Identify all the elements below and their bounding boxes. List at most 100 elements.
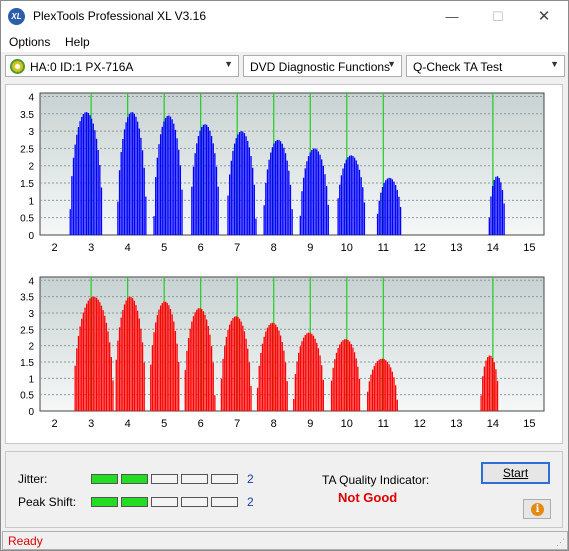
- drive-select[interactable]: HA:0 ID:1 PX-716A ▼: [5, 55, 239, 77]
- data-bar: [128, 296, 131, 411]
- data-bar: [217, 186, 219, 235]
- resize-grip-icon[interactable]: ⋰: [556, 537, 565, 548]
- y-tick-label: 2: [28, 162, 34, 173]
- data-bar: [296, 361, 298, 411]
- menu-options[interactable]: Options: [9, 35, 50, 49]
- data-bar: [276, 326, 278, 411]
- data-bar: [250, 386, 252, 411]
- data-bar: [321, 159, 323, 235]
- data-bar: [123, 129, 126, 235]
- data-bar: [76, 348, 78, 411]
- y-tick-label: 0.5: [20, 391, 34, 402]
- data-bar: [294, 374, 297, 411]
- y-tick-label: 3.5: [20, 110, 34, 121]
- data-bar: [156, 157, 159, 235]
- data-bar: [229, 324, 231, 411]
- data-bar: [220, 378, 223, 411]
- data-bar: [480, 395, 482, 411]
- data-bar: [168, 115, 170, 235]
- data-bar: [390, 178, 392, 235]
- data-bar: [214, 153, 216, 235]
- data-bar: [74, 365, 76, 411]
- data-bar: [327, 204, 329, 235]
- data-bar: [256, 387, 259, 411]
- data-bar: [159, 305, 162, 411]
- menu-help[interactable]: Help: [65, 35, 90, 49]
- meter-segment: [151, 474, 178, 484]
- data-bar: [311, 333, 313, 411]
- data-bar: [275, 141, 277, 235]
- data-bar: [243, 331, 246, 411]
- data-bar: [488, 355, 490, 411]
- data-bar: [314, 338, 316, 411]
- data-bar: [158, 144, 160, 235]
- x-tick-label: 13: [450, 242, 462, 254]
- data-bar: [270, 323, 272, 411]
- meter-segment: [181, 497, 208, 507]
- data-bar: [281, 342, 283, 411]
- data-bar: [491, 357, 494, 411]
- x-tick-label: 4: [125, 242, 131, 254]
- data-bar: [394, 185, 397, 235]
- data-bar: [362, 187, 364, 235]
- data-bar: [171, 119, 173, 235]
- data-bar: [304, 334, 306, 411]
- data-bar: [348, 155, 351, 235]
- data-bar: [171, 314, 173, 411]
- data-bar: [194, 312, 196, 411]
- close-button[interactable]: ✕: [521, 1, 567, 32]
- data-bar: [317, 151, 320, 235]
- function-select[interactable]: DVD Diagnostic Functions ▼: [243, 55, 402, 77]
- data-bar: [191, 321, 193, 411]
- data-bar: [117, 201, 119, 235]
- data-bar: [385, 180, 387, 235]
- data-bar: [302, 337, 305, 411]
- ta-quality-label: TA Quality Indicator:: [322, 473, 430, 487]
- data-bar: [247, 140, 249, 235]
- data-bar: [371, 369, 374, 411]
- data-bar: [178, 361, 180, 411]
- x-tick-label: 7: [234, 418, 240, 430]
- data-bar: [487, 357, 489, 411]
- meter-segment: [211, 474, 238, 484]
- data-bar: [332, 367, 334, 411]
- data-bar: [233, 143, 236, 235]
- chevron-down-icon: ▼: [550, 59, 559, 69]
- x-tick-label: 8: [271, 242, 277, 254]
- data-bar: [288, 170, 290, 235]
- data-bar: [488, 217, 490, 235]
- info-button[interactable]: i: [523, 499, 551, 519]
- data-bar: [90, 297, 93, 411]
- data-bar: [247, 348, 249, 411]
- data-bar: [179, 165, 182, 235]
- data-bar: [385, 360, 387, 411]
- data-bar: [141, 342, 144, 411]
- data-bar: [386, 361, 389, 411]
- data-bar: [355, 160, 357, 235]
- data-bar: [97, 149, 99, 235]
- data-bar: [245, 338, 247, 411]
- data-bar: [230, 160, 232, 235]
- data-bar: [350, 155, 352, 235]
- y-tick-label: 3.5: [20, 293, 34, 304]
- data-bar: [222, 358, 224, 411]
- minimize-button[interactable]: —: [429, 1, 475, 32]
- data-bar: [210, 136, 213, 235]
- app-window: XL PlexTools Professional XL V3.16 — ☐ ✕…: [0, 0, 569, 551]
- data-bar: [399, 206, 402, 235]
- maximize-button[interactable]: ☐: [475, 1, 521, 32]
- data-bar: [347, 157, 349, 235]
- start-button[interactable]: Start: [481, 462, 550, 484]
- data-bar: [153, 332, 155, 411]
- data-bar: [133, 113, 135, 235]
- y-tick-label: 1.5: [20, 358, 34, 369]
- data-bar: [312, 335, 315, 411]
- info-icon: i: [531, 503, 544, 516]
- function-select-value: DVD Diagnostic Functions: [250, 60, 391, 74]
- data-bar: [191, 186, 193, 235]
- data-bar: [120, 151, 122, 235]
- test-select[interactable]: Q-Check TA Test ▼: [406, 55, 565, 77]
- test-select-value: Q-Check TA Test: [413, 60, 503, 74]
- app-logo-icon: XL: [8, 8, 25, 25]
- data-bar: [261, 343, 264, 411]
